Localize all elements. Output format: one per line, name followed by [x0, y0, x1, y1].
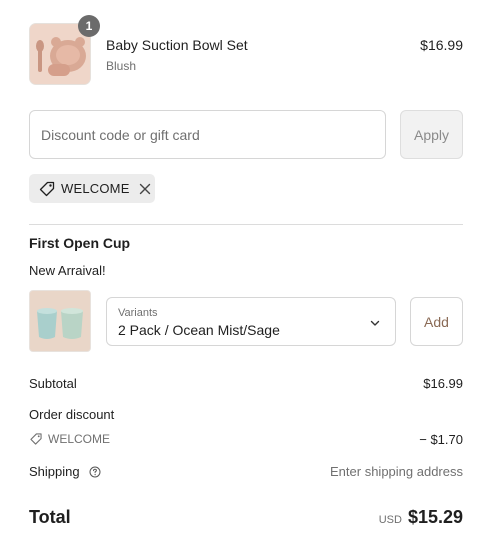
tag-icon [39, 181, 55, 196]
product-variant: Blush [106, 59, 137, 73]
upsell-product-thumbnail [29, 290, 91, 352]
help-circle-icon[interactable] [89, 466, 101, 478]
chevron-down-icon [370, 320, 380, 326]
discount-code-input[interactable]: Discount code or gift card [29, 110, 386, 159]
discount-amount: − $1.70 [419, 432, 463, 447]
variant-selected-value: 2 Pack / Ocean Mist/Sage [118, 322, 280, 338]
subtotal-value: $16.99 [423, 376, 463, 391]
currency-code: USD [378, 514, 402, 526]
tag-icon [30, 433, 42, 445]
apply-button[interactable]: Apply [400, 110, 463, 159]
discount-code-line: WELCOME [29, 432, 110, 446]
add-upsell-button[interactable]: Add [410, 297, 463, 346]
upsell-title: First Open Cup [29, 235, 131, 251]
subtotal-label: Subtotal [29, 376, 77, 391]
shipping-label-row: Shipping [29, 464, 101, 479]
total-value: $15.29 [407, 507, 463, 527]
shipping-label: Shipping [29, 464, 80, 479]
variant-select[interactable]: Variants 2 Pack / Ocean Mist/Sage [106, 297, 396, 346]
section-divider [29, 224, 463, 225]
close-icon[interactable] [139, 183, 151, 195]
total-amount-group: USD $15.29 [379, 507, 463, 528]
discount-input-placeholder: Discount code or gift card [41, 126, 200, 143]
shipping-value: Enter shipping address [330, 464, 463, 479]
applied-discount-chip: WELCOME [29, 174, 155, 203]
applied-code-text: WELCOME [61, 181, 130, 196]
quantity-badge: 1 [78, 15, 100, 37]
upsell-subtitle: New Arraival! [29, 263, 106, 278]
product-price: $16.99 [420, 37, 463, 53]
open-cup-image [30, 291, 90, 351]
order-discount-label: Order discount [29, 407, 115, 422]
variant-label: Variants [118, 307, 158, 319]
total-label: Total [29, 507, 71, 527]
summary-discount-code: WELCOME [48, 432, 111, 446]
product-name: Baby Suction Bowl Set [106, 37, 248, 53]
